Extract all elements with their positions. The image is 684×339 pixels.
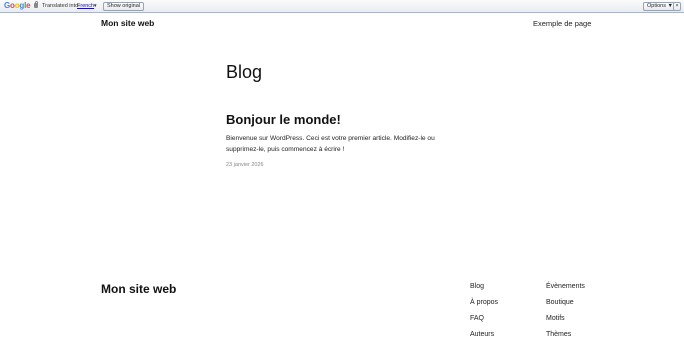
chevron-down-icon[interactable]: ▼ [93,3,97,8]
footer-link-events[interactable]: Évènements [546,283,585,299]
show-original-button[interactable]: Show original [103,2,145,11]
nav-link-sample-page[interactable]: Exemple de page [533,19,591,28]
close-icon[interactable]: × [673,2,681,11]
post-date[interactable]: 23 janvier 2026 [226,162,264,168]
page-title: Blog [226,62,263,82]
footer-link-authors[interactable]: Auteurs [470,331,498,339]
footer-link-blog[interactable]: Blog [470,283,498,299]
post-excerpt: Bienvenue sur WordPress. Ceci est votre … [226,135,435,153]
lock-icon [34,1,38,8]
footer-link-shop[interactable]: Boutique [546,299,585,315]
footer-nav-column-1: Blog À propos FAQ Auteurs [470,283,498,339]
translate-bar: Google Translated into: French ▼ Show or… [0,0,684,13]
site-title[interactable]: Mon site web [101,18,154,28]
post-title[interactable]: Bonjour le monde! [226,112,341,127]
options-button[interactable]: Options ▼ [643,2,677,11]
footer-nav-column-2: Évènements Boutique Motifs Thèmes [546,283,585,339]
footer-link-about[interactable]: À propos [470,299,498,315]
translated-into-label: Translated into: [42,3,80,9]
google-logo: Google [4,1,31,10]
footer-link-faq[interactable]: FAQ [470,315,498,331]
footer-site-title[interactable]: Mon site web [101,282,176,296]
footer-link-patterns[interactable]: Motifs [546,315,585,331]
footer-link-themes[interactable]: Thèmes [546,331,585,339]
language-selector[interactable]: French [77,3,94,9]
